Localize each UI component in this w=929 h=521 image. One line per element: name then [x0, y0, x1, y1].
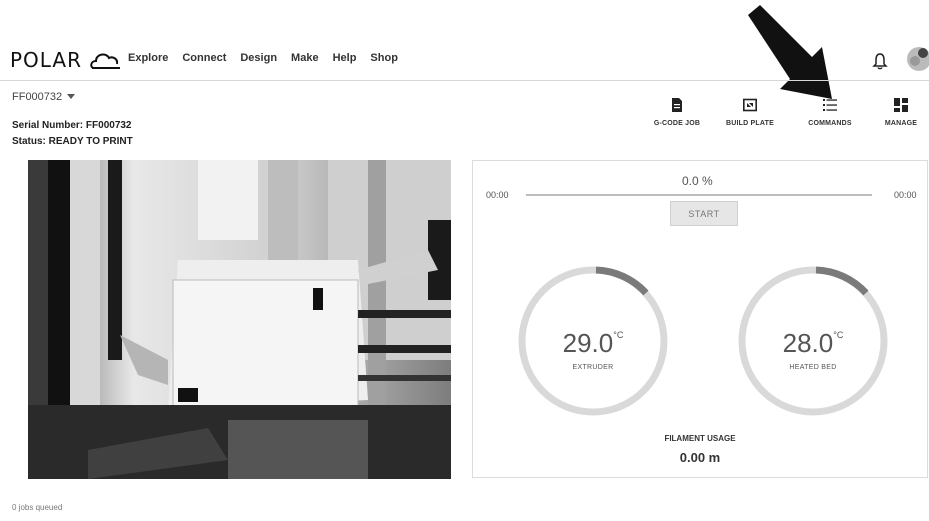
jobs-queued: 0 jobs queued [12, 503, 63, 512]
list-icon [823, 99, 837, 111]
bed-temp-unit: °C [833, 330, 844, 340]
bed-temperature: 28.0°C [738, 328, 888, 359]
serial-number: Serial Number: FF000732 [12, 120, 132, 131]
extruder-temp-unit: °C [613, 330, 624, 340]
gcode-job-button[interactable]: G-CODE JOB [642, 98, 712, 136]
nav-connect[interactable]: Connect [182, 52, 226, 64]
cloud-logo-icon [90, 53, 120, 69]
build-plate-button[interactable]: BUILD PLATE [715, 98, 785, 136]
header-divider [0, 80, 929, 81]
heated-bed-gauge: 28.0°C HEATED BED [738, 266, 888, 421]
manage-button[interactable]: MANAGE [866, 98, 929, 136]
main-nav: Explore Connect Design Make Help Shop [128, 52, 398, 64]
bed-temp-value: 28.0 [782, 328, 834, 358]
filament-usage-label: FILAMENT USAGE [664, 434, 736, 443]
nav-explore[interactable]: Explore [128, 52, 168, 64]
manage-label: MANAGE [884, 120, 918, 127]
nav-make[interactable]: Make [291, 52, 319, 64]
commands-button[interactable]: COMMANDS [795, 98, 865, 136]
extruder-temperature: 29.0°C [518, 328, 668, 359]
grid-icon [894, 98, 908, 112]
filament-usage-value: 0.00 m [679, 450, 721, 465]
printer-dropdown-value: FF000732 [12, 91, 63, 103]
polar-logo[interactable]: POLAR [10, 46, 132, 74]
extruder-temp-value: 29.0 [562, 328, 614, 358]
start-button[interactable]: START [670, 201, 738, 226]
extruder-label: EXTRUDER [572, 364, 614, 371]
commands-label: COMMANDS [808, 120, 852, 127]
printer-status: Status: READY TO PRINT [12, 136, 133, 147]
camera-feed [28, 160, 451, 479]
progress-percent: 0.0 % [682, 174, 713, 188]
gcode-job-label: G-CODE JOB [653, 120, 701, 127]
pointer-arrow-icon [748, 5, 832, 99]
printer-dropdown[interactable]: FF000732 [12, 91, 76, 103]
user-avatar-icon[interactable] [906, 46, 929, 72]
bell-icon[interactable] [872, 52, 888, 70]
time-elapsed: 00:00 [486, 190, 509, 200]
extruder-gauge: 29.0°C EXTRUDER [518, 266, 668, 421]
caret-down-icon [67, 94, 76, 99]
progress-bar [526, 194, 872, 196]
file-icon [672, 98, 682, 112]
logo-text: POLAR [10, 48, 82, 72]
camera-image [28, 160, 451, 479]
bed-label: HEATED BED [789, 364, 837, 371]
nav-design[interactable]: Design [240, 52, 277, 64]
build-plate-icon [743, 98, 757, 112]
time-remaining: 00:00 [894, 190, 917, 200]
nav-help[interactable]: Help [333, 52, 357, 64]
nav-shop[interactable]: Shop [370, 52, 398, 64]
build-plate-label: BUILD PLATE [726, 120, 774, 127]
